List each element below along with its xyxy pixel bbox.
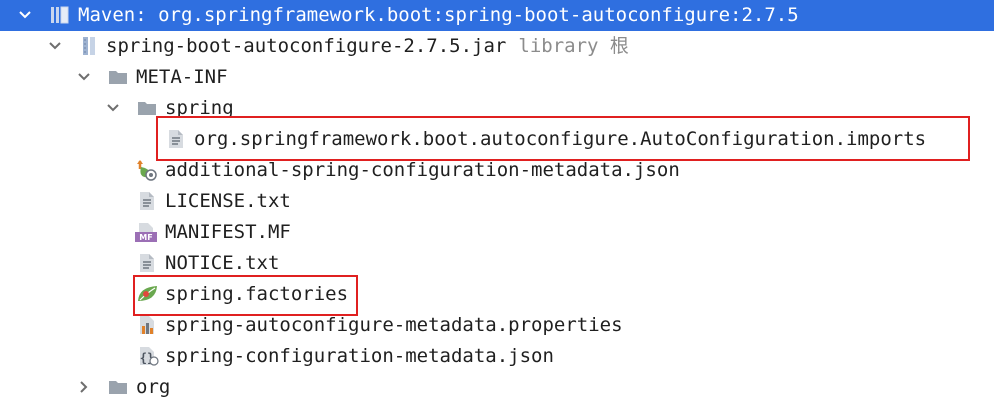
chevron-down-icon[interactable] (18, 8, 32, 22)
json-config-icon (136, 159, 157, 181)
tree-row-maven-root[interactable]: Maven: org.springframework.boot:spring-b… (0, 0, 994, 31)
chevron-right-icon[interactable] (77, 380, 91, 394)
tree-row-label: spring-boot-autoconfigure-2.7.5.jar (106, 35, 507, 57)
highlight-box (156, 116, 970, 161)
tree-row-label: MANIFEST.MF (165, 221, 291, 243)
chevron-down-icon[interactable] (48, 39, 62, 53)
library-root-hint: library 根 (518, 35, 629, 57)
tree-row-label: Maven: org.springframework.boot:spring-b… (78, 4, 799, 26)
svg-text:MF: MF (139, 233, 152, 242)
tree-row-label: spring-configuration-metadata.json (165, 345, 554, 367)
chevron-down-icon[interactable] (77, 70, 91, 84)
text-file-icon (137, 191, 157, 211)
tree-row-file[interactable]: LICENSE.txt (0, 186, 994, 217)
tree-row-file[interactable]: MF MANIFEST.MF (0, 217, 994, 248)
tree-row-jar[interactable]: spring-boot-autoconfigure-2.7.5.jar libra… (0, 31, 994, 62)
properties-icon (137, 315, 157, 335)
tree-row-label: LICENSE.txt (165, 190, 291, 212)
folder-icon (108, 377, 128, 397)
tree-row-meta-inf[interactable]: META-INF (0, 62, 994, 93)
manifest-icon: MF (135, 222, 157, 242)
json-file-icon: {} (137, 346, 159, 366)
tree-row-label: org (136, 376, 171, 398)
folder-icon (108, 67, 128, 87)
tree-row-file[interactable]: {} spring-configuration-metadata.json (0, 341, 994, 372)
chevron-down-icon[interactable] (106, 101, 120, 115)
highlight-box (133, 275, 358, 316)
folder-icon (137, 98, 157, 118)
text-file-icon (137, 253, 157, 273)
tree-row-label: META-INF (136, 66, 228, 88)
jar-icon (80, 36, 100, 56)
library-icon (50, 5, 70, 25)
tree-row-org-folder[interactable]: org (0, 372, 994, 403)
